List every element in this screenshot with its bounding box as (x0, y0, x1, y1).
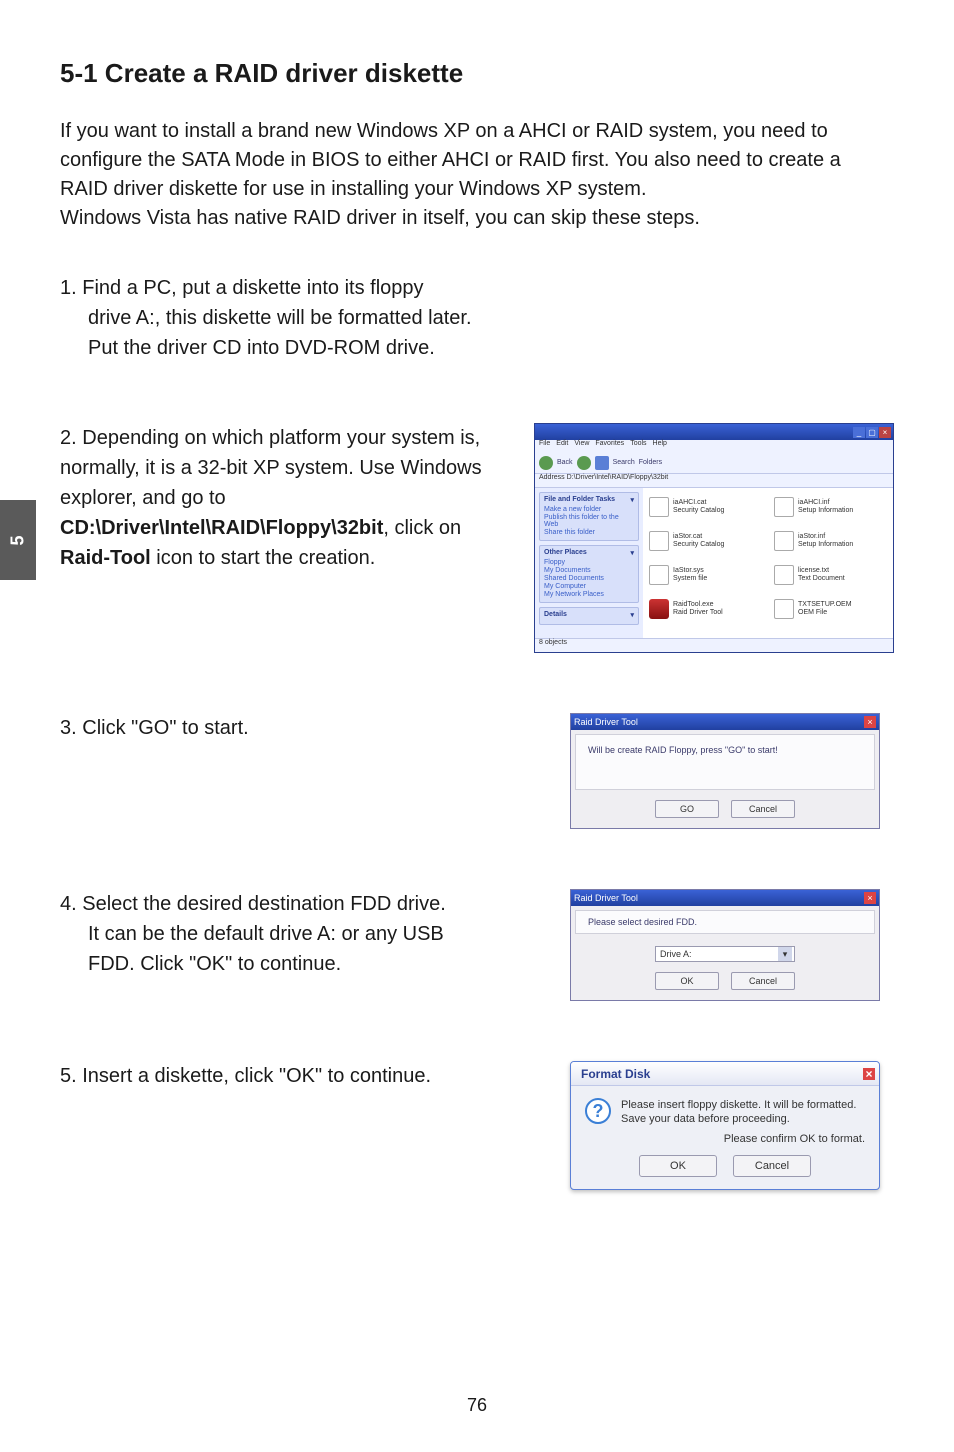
fdd-select[interactable]: Drive A: (655, 946, 795, 962)
dialog-message: Please select desired FDD. (575, 910, 875, 934)
dialog-titlebar: Raid Driver Tool × (571, 714, 879, 730)
sidebar-link[interactable]: My Documents (544, 567, 634, 574)
file-folder-tasks: File and Folder Tasks▾ Make a new folder… (539, 492, 639, 541)
file-item[interactable]: TXTSETUP.OEMOEM File (774, 594, 887, 624)
forward-icon[interactable] (577, 456, 591, 470)
cancel-button[interactable]: Cancel (733, 1155, 811, 1177)
file-pane: iaAHCI.catSecurity Catalog iaAHCI.infSet… (643, 488, 893, 638)
file-item[interactable]: RaidTool.exeRaid Driver Tool (649, 594, 762, 624)
minimize-button[interactable]: _ (853, 427, 865, 438)
chapter-tab: 5 (0, 500, 36, 580)
back-icon[interactable] (539, 456, 553, 470)
go-dialog: Raid Driver Tool × Will be create RAID F… (570, 713, 880, 829)
step-3: 3. Click "GO" to start. Raid Driver Tool… (60, 713, 894, 829)
intro-text: If you want to install a brand new Windo… (60, 117, 894, 233)
question-icon: ? (585, 1098, 611, 1124)
go-button[interactable]: GO (655, 800, 719, 818)
sidebar-link[interactable]: Share this folder (544, 529, 634, 536)
dialog-message: Please insert floppy diskette. It will b… (621, 1098, 856, 1127)
maximize-button[interactable]: ▢ (866, 427, 878, 438)
file-item[interactable]: license.txtText Document (774, 560, 887, 590)
sidebar-link[interactable]: My Network Places (544, 591, 634, 598)
step-4: 4. Select the desired destination FDD dr… (60, 889, 894, 1001)
sidebar-link[interactable]: Publish this folder to the Web (544, 514, 634, 528)
dialog-titlebar: Format Disk × (571, 1062, 879, 1086)
explorer-menubar[interactable]: FileEditViewFavoritesToolsHelp (535, 440, 893, 452)
file-icon (649, 565, 669, 585)
cancel-button[interactable]: Cancel (731, 972, 795, 990)
explorer-titlebar: _ ▢ × (535, 424, 893, 440)
fdd-dialog: Raid Driver Tool × Please select desired… (570, 889, 880, 1001)
file-icon (774, 497, 794, 517)
step-2: 2. Depending on which platform your syst… (60, 423, 894, 653)
up-icon[interactable] (595, 456, 609, 470)
step-1: 1. Find a PC, put a diskette into its fl… (60, 273, 894, 363)
file-icon (774, 599, 794, 619)
file-item[interactable]: iaAHCI.catSecurity Catalog (649, 492, 762, 522)
sidebar-link[interactable]: My Computer (544, 583, 634, 590)
file-icon (649, 531, 669, 551)
cancel-button[interactable]: Cancel (731, 800, 795, 818)
file-icon (774, 531, 794, 551)
address-bar[interactable]: Address D:\Driver\Intel\RAID\Floppy\32bi… (535, 474, 893, 488)
dialog-message: Will be create RAID Floppy, press "GO" t… (575, 734, 875, 790)
file-icon (649, 497, 669, 517)
sidebar-link[interactable]: Floppy (544, 559, 634, 566)
ok-button[interactable]: OK (639, 1155, 717, 1177)
ok-button[interactable]: OK (655, 972, 719, 990)
file-item[interactable]: iaAHCI.infSetup Information (774, 492, 887, 522)
raidtool-icon (649, 599, 669, 619)
sidebar-link[interactable]: Shared Documents (544, 575, 634, 582)
details-box: Details▾ (539, 607, 639, 625)
page-number: 76 (0, 1395, 954, 1416)
status-bar: 8 objects (535, 638, 893, 652)
file-item[interactable]: iaStor.catSecurity Catalog (649, 526, 762, 556)
close-icon[interactable]: × (863, 1068, 875, 1080)
close-button[interactable]: × (879, 427, 891, 438)
explorer-sidebar: File and Folder Tasks▾ Make a new folder… (535, 488, 643, 638)
explorer-toolbar[interactable]: Back Search Folders (535, 452, 893, 474)
dialog-titlebar: Raid Driver Tool × (571, 890, 879, 906)
step-5: 5. Insert a diskette, click "OK" to cont… (60, 1061, 894, 1190)
other-places: Other Places▾ Floppy My Documents Shared… (539, 545, 639, 603)
confirm-text: Please confirm OK to format. (571, 1133, 879, 1151)
close-icon[interactable]: × (864, 716, 876, 728)
file-icon (774, 565, 794, 585)
explorer-window: _ ▢ × FileEditViewFavoritesToolsHelp Bac… (534, 423, 894, 653)
section-heading: 5-1 Create a RAID driver diskette (60, 58, 894, 89)
file-item[interactable]: IaStor.sysSystem file (649, 560, 762, 590)
sidebar-link[interactable]: Make a new folder (544, 506, 634, 513)
format-disk-dialog: Format Disk × ? Please insert floppy dis… (570, 1061, 880, 1190)
file-item[interactable]: iaStor.infSetup Information (774, 526, 887, 556)
close-icon[interactable]: × (864, 892, 876, 904)
